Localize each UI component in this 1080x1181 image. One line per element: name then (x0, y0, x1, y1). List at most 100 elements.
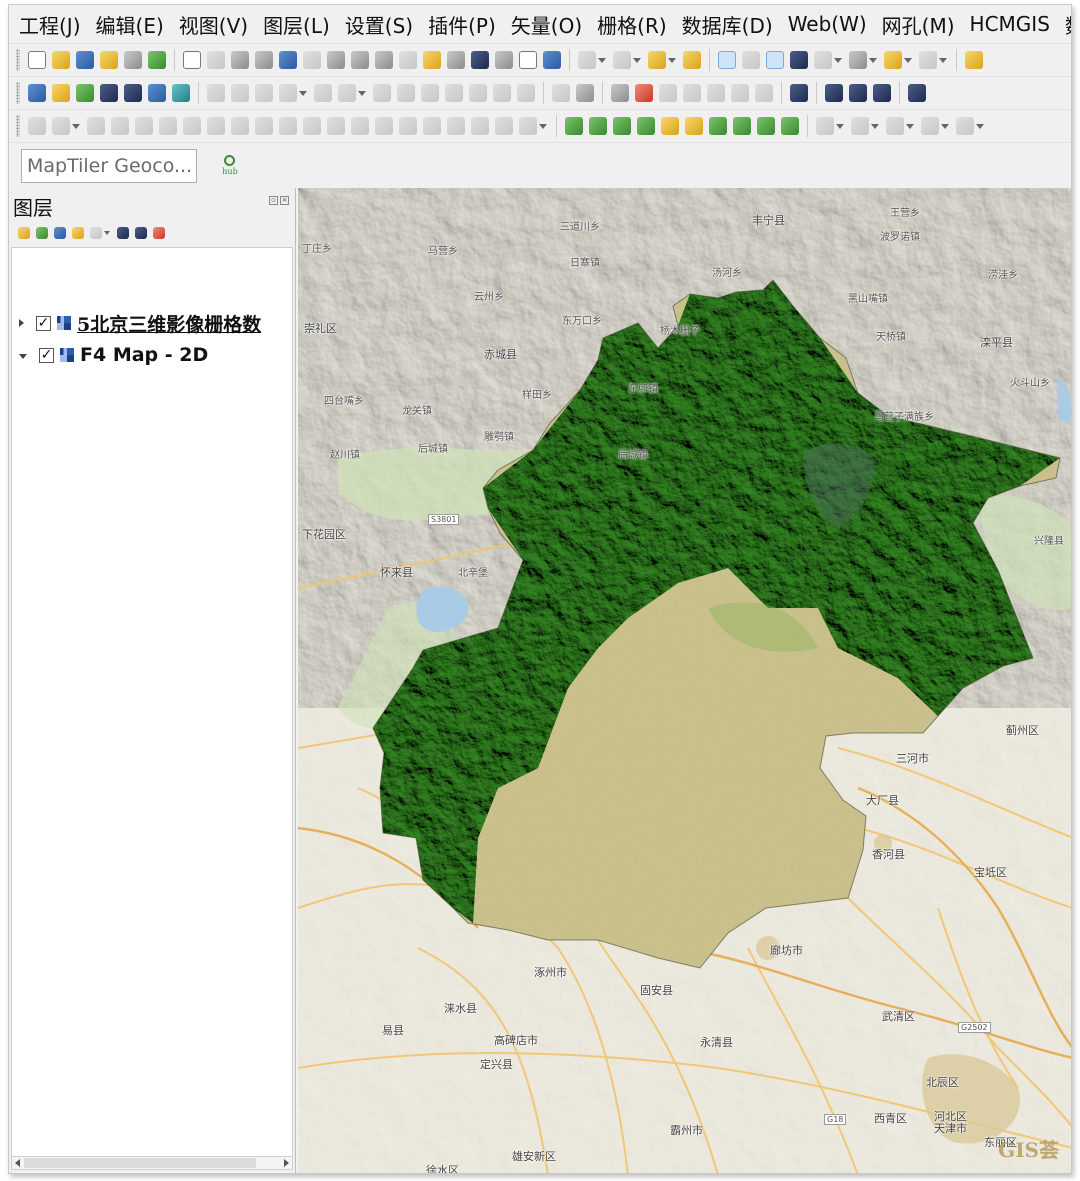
zoom-native-icon[interactable] (351, 51, 369, 69)
chevron-down-icon[interactable] (668, 57, 676, 63)
raster-local-stretch-icon[interactable] (637, 117, 655, 135)
new-shapefile-icon[interactable] (124, 84, 142, 102)
fill-ring-icon[interactable] (135, 117, 153, 135)
new-print-layout-icon[interactable] (100, 51, 118, 69)
cut-features-icon[interactable] (421, 84, 439, 102)
remove-layer-icon[interactable] (153, 227, 165, 239)
chevron-down-icon[interactable] (836, 123, 844, 129)
merge-attributes-icon[interactable] (327, 117, 345, 135)
globe-settings-icon[interactable] (849, 84, 867, 102)
html-annotation-icon[interactable] (921, 117, 939, 135)
identify-features-icon[interactable] (578, 51, 596, 69)
pan-hand-icon[interactable] (183, 51, 201, 69)
paste-features-icon[interactable] (469, 84, 487, 102)
toggle-editing-icon[interactable] (231, 84, 249, 102)
menu-project[interactable]: 工程(J) (19, 10, 81, 39)
offset-curve-icon[interactable] (231, 117, 249, 135)
zoom-to-layer-icon[interactable] (327, 51, 345, 69)
layer-item[interactable]: ✓ F4 Map - 2D (12, 340, 292, 370)
statistics-sigma-icon[interactable] (790, 51, 808, 69)
move-label-icon[interactable] (683, 84, 701, 102)
brightness-up-icon[interactable] (661, 117, 679, 135)
split-parts-icon[interactable] (279, 117, 297, 135)
style-manager-icon[interactable] (148, 51, 166, 69)
reverse-line-icon[interactable] (447, 117, 465, 135)
annotation-icon[interactable] (816, 117, 834, 135)
modify-attributes-icon[interactable] (373, 84, 391, 102)
chevron-down-icon[interactable] (299, 90, 307, 96)
trim-extend-icon[interactable] (423, 117, 441, 135)
deselect-icon[interactable] (648, 51, 666, 69)
processing-toolbox-icon[interactable] (766, 51, 784, 69)
search-icon[interactable] (919, 51, 937, 69)
scroll-right-icon[interactable] (284, 1159, 289, 1167)
vertex-editor-icon[interactable] (399, 117, 417, 135)
current-edits-icon[interactable] (207, 84, 225, 102)
close-panel-icon[interactable]: × (280, 196, 289, 205)
add-vertex-layer-icon[interactable] (76, 84, 94, 102)
chevron-down-icon[interactable] (941, 123, 949, 129)
layer-labeling-icon[interactable] (611, 84, 629, 102)
chevron-right-icon[interactable] (19, 319, 24, 327)
pan-to-selection-icon[interactable] (207, 51, 225, 69)
zoom-last-icon[interactable] (375, 51, 393, 69)
show-hide-labels-icon[interactable] (659, 84, 677, 102)
chevron-down-icon[interactable] (871, 123, 879, 129)
text-annotation-icon[interactable] (851, 117, 869, 135)
toolbar-grip[interactable] (16, 115, 20, 137)
zoom-out-icon[interactable] (255, 51, 273, 69)
chevron-down-icon[interactable] (633, 57, 641, 63)
toolbar-grip[interactable] (16, 82, 20, 104)
simplify-icon[interactable] (375, 117, 393, 135)
new-geopackage-icon[interactable] (148, 84, 166, 102)
expand-all-icon[interactable] (117, 227, 129, 239)
menu-vector[interactable]: 矢量(O) (511, 10, 582, 39)
raster-histogram-icon[interactable] (589, 117, 607, 135)
chevron-down-icon[interactable] (976, 123, 984, 129)
snapping-icon[interactable] (52, 117, 70, 135)
contrast-down-icon[interactable] (733, 117, 751, 135)
geocoder-search-input[interactable] (21, 148, 197, 183)
gamma-up-icon[interactable] (757, 117, 775, 135)
menu-settings[interactable]: 设置(S) (345, 10, 413, 39)
collapse-all-icon[interactable] (135, 227, 147, 239)
globe-icon[interactable] (825, 84, 843, 102)
manage-themes-icon[interactable] (54, 227, 66, 239)
float-panel-icon[interactable]: ▫ (269, 196, 278, 205)
menu-layer[interactable]: 图层(L) (263, 10, 330, 39)
rotate-feature-icon[interactable] (519, 117, 537, 135)
undo-icon[interactable] (493, 84, 511, 102)
chevron-down-icon[interactable] (904, 57, 912, 63)
save-edits-icon[interactable] (255, 84, 273, 102)
menu-edit[interactable]: 编辑(E) (96, 10, 164, 39)
layer-name[interactable]: 5北京三维影像栅格数 (77, 310, 261, 337)
chevron-down-icon[interactable] (539, 123, 547, 129)
add-delimited-text-icon[interactable] (100, 84, 118, 102)
zoom-to-selection-icon[interactable] (303, 51, 321, 69)
redo-icon[interactable] (517, 84, 535, 102)
toolbar-grip[interactable] (16, 49, 20, 71)
pin-labels-icon[interactable] (576, 84, 594, 102)
align-icon[interactable] (495, 117, 513, 135)
hub-button[interactable]: hub (219, 154, 241, 178)
chevron-down-icon[interactable] (869, 57, 877, 63)
menu-hcmgis[interactable]: HCMGIS (970, 12, 1050, 36)
add-ring-icon[interactable] (87, 117, 105, 135)
chevron-down-icon[interactable] (906, 123, 914, 129)
menu-mesh[interactable]: 网孔(M) (882, 10, 955, 39)
filter-legend-icon[interactable] (72, 227, 84, 239)
data-source-manager-icon[interactable] (28, 84, 46, 102)
delete-ring-icon[interactable] (159, 117, 177, 135)
delete-selected-icon[interactable] (397, 84, 415, 102)
open-project-icon[interactable] (52, 51, 70, 69)
select-features-icon[interactable] (613, 51, 631, 69)
add-vector-layer-icon[interactable] (52, 84, 70, 102)
merge-features-icon[interactable] (303, 117, 321, 135)
globe-search-icon[interactable] (873, 84, 891, 102)
layer-visibility-checkbox[interactable]: ✓ (36, 315, 51, 331)
digitize-line-icon[interactable] (279, 84, 297, 102)
map-canvas[interactable]: 丰宁县 三道川乡 王营乡 丁庄乡 涝洼乡 马营乡 日寨镇 汤河乡 波罗诺镇 云州… (298, 188, 1071, 1173)
open-table-icon[interactable] (814, 51, 832, 69)
gamma-down-icon[interactable] (781, 117, 799, 135)
menu-plugins[interactable]: 插件(P) (428, 10, 496, 39)
